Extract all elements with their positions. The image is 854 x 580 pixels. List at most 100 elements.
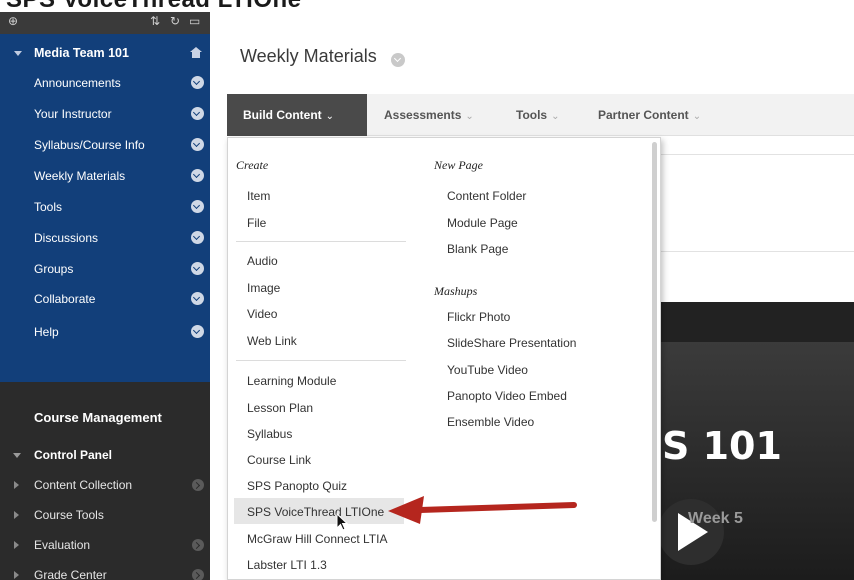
sidebar-item-weekly-materials[interactable]: Weekly Materials (0, 161, 210, 191)
expand-icon (14, 481, 19, 489)
sidebar-item-your-instructor[interactable]: Your Instructor (0, 99, 210, 129)
menu-item-content-folder[interactable]: Content Folder (447, 189, 526, 203)
chevron-down-icon[interactable] (191, 200, 204, 213)
chevron-down-icon[interactable] (191, 325, 204, 338)
course-menu: Media Team 101 Announcements Your Instru… (0, 34, 210, 382)
tools-button[interactable]: Tools ⌄ (516, 94, 560, 136)
course-title-item[interactable]: Media Team 101 (0, 38, 210, 68)
menu-item-audio[interactable]: Audio (247, 254, 278, 268)
sidebar-item-tools[interactable]: Tools (0, 192, 210, 222)
chevron-down-icon[interactable] (191, 231, 204, 244)
sidebar-item-label: Help (34, 325, 59, 339)
chevron-down-icon[interactable] (191, 169, 204, 182)
sidebar-item-label: Your Instructor (34, 107, 112, 121)
page-options-icon[interactable] (391, 53, 405, 67)
home-icon[interactable] (190, 47, 202, 58)
play-icon[interactable] (658, 499, 724, 565)
menu-item-image[interactable]: Image (247, 281, 280, 295)
chevron-down-icon: ⌄ (465, 111, 474, 122)
cp-item-evaluation[interactable]: Evaluation (0, 530, 210, 560)
chevron-down-icon[interactable] (191, 107, 204, 120)
menu-item-ensemble-video[interactable]: Ensemble Video (447, 415, 534, 429)
chevron-down-icon[interactable] (191, 262, 204, 275)
menu-item-learning-module[interactable]: Learning Module (247, 374, 336, 388)
sidebar-item-announcements[interactable]: Announcements (0, 68, 210, 98)
menu-item-youtube-video[interactable]: YouTube Video (447, 363, 528, 377)
chevron-down-icon[interactable] (191, 76, 204, 89)
chevron-down-icon: ⌄ (325, 111, 335, 122)
chevron-right-icon[interactable] (192, 479, 204, 491)
menu-item-slideshare[interactable]: SlideShare Presentation (447, 336, 576, 350)
build-content-button[interactable]: Build Content ⌄ (227, 94, 367, 136)
chevron-right-icon[interactable] (192, 569, 204, 580)
add-menu-icon[interactable]: ⊕ (8, 14, 18, 28)
menu-item-labster[interactable]: Labster LTI 1.3 (247, 558, 327, 572)
menu-item-syllabus[interactable]: Syllabus (247, 427, 292, 441)
reorder-icon[interactable]: ⇅ (150, 14, 160, 28)
cp-item-label: Evaluation (34, 538, 91, 552)
video-thumbnail[interactable]: S 101 Week 5 (658, 302, 854, 580)
menu-item-mcgraw-hill-connect[interactable]: McGraw Hill Connect LTIA (247, 532, 387, 546)
mouse-cursor-icon (336, 513, 349, 531)
sidebar-item-groups[interactable]: Groups (0, 254, 210, 284)
course-management-title: Course Management (34, 410, 162, 425)
expand-icon (14, 541, 19, 549)
menu-scrollbar[interactable] (652, 142, 657, 522)
refresh-icon[interactable]: ↻ (170, 14, 180, 28)
menu-item-item[interactable]: Item (247, 189, 270, 203)
sidebar-item-syllabus[interactable]: Syllabus/Course Info (0, 130, 210, 160)
chevron-down-icon[interactable] (191, 292, 204, 305)
folder-icon[interactable]: ▭ (189, 14, 200, 28)
sidebar-item-label: Collaborate (34, 292, 96, 306)
menu-separator (236, 241, 406, 242)
sidebar-toolbar: ⊕ ⇅ ↻ ▭ (0, 12, 210, 34)
menu-item-sps-voicethread[interactable]: SPS VoiceThread LTIOne (247, 505, 384, 519)
expand-icon (14, 571, 19, 579)
course-title: Media Team 101 (34, 46, 129, 60)
sidebar-item-help[interactable]: Help (0, 317, 210, 347)
cp-item-label: Content Collection (34, 478, 133, 492)
video-caption: SPS VoiceThread LTIOne (0, 0, 854, 12)
menu-heading-create: Create (236, 158, 269, 172)
chevron-down-icon: ⌄ (692, 111, 702, 122)
menu-heading-new-page: New Page (434, 158, 483, 172)
cp-item-label: Course Tools (34, 508, 104, 522)
tools-label: Tools (516, 108, 548, 122)
chevron-right-icon[interactable] (192, 539, 204, 551)
assessments-button[interactable]: Assessments ⌄ (384, 94, 474, 136)
menu-separator (236, 360, 406, 361)
cp-item-label: Grade Center (34, 568, 107, 580)
caption-text: SPS VoiceThread LTIOne (6, 0, 302, 12)
sidebar-item-label: Groups (34, 262, 74, 276)
cp-item-grade-center[interactable]: Grade Center (0, 560, 210, 580)
sidebar-item-label: Tools (34, 200, 63, 214)
cp-item-content-collection[interactable]: Content Collection (0, 470, 210, 500)
menu-item-sps-panopto-quiz[interactable]: SPS Panopto Quiz (247, 479, 347, 493)
menu-item-video[interactable]: Video (247, 307, 277, 321)
menu-item-panopto-embed[interactable]: Panopto Video Embed (447, 389, 567, 403)
chevron-down-icon: ⌄ (551, 111, 560, 122)
menu-item-course-link[interactable]: Course Link (247, 453, 311, 467)
menu-heading-mashups: Mashups (434, 284, 478, 298)
chevron-down-icon[interactable] (191, 138, 204, 151)
menu-item-lesson-plan[interactable]: Lesson Plan (247, 401, 313, 415)
partner-content-button[interactable]: Partner Content ⌄ (598, 94, 701, 136)
video-title-text: S 101 (662, 424, 782, 468)
menu-item-flickr-photo[interactable]: Flickr Photo (447, 310, 510, 324)
cp-item-course-tools[interactable]: Course Tools (0, 500, 210, 530)
menu-item-web-link[interactable]: Web Link (247, 334, 297, 348)
video-week-text: Week 5 (688, 510, 743, 527)
sidebar-item-collaborate[interactable]: Collaborate (0, 284, 210, 314)
action-bar: Build Content ⌄ Assessments ⌄ Tools ⌄ Partn… (227, 94, 854, 136)
menu-item-blank-page[interactable]: Blank Page (447, 242, 508, 256)
sidebar-item-label: Syllabus/Course Info (34, 138, 145, 152)
collapse-icon (14, 51, 22, 56)
sidebar-item-discussions[interactable]: Discussions (0, 223, 210, 253)
sidebar-item-label: Announcements (34, 76, 121, 90)
annotation-arrow-icon (388, 496, 577, 524)
control-panel-item[interactable]: Control Panel (0, 440, 210, 470)
menu-item-module-page[interactable]: Module Page (447, 216, 518, 230)
sidebar-item-label: Weekly Materials (34, 169, 126, 183)
build-content-label: Build Content (243, 108, 322, 122)
menu-item-file[interactable]: File (247, 216, 266, 230)
